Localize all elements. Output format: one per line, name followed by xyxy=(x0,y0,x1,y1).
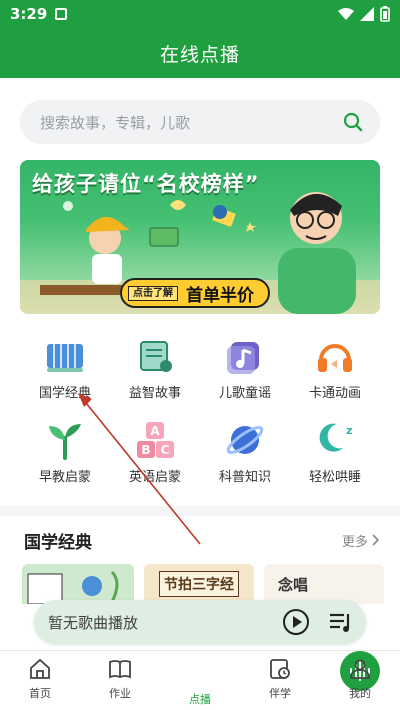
more-link[interactable]: 更多 xyxy=(342,531,380,550)
category-item-english[interactable]: A B C 英语启蒙 xyxy=(110,418,200,490)
category-label: 早教启蒙 xyxy=(38,470,91,485)
gallery-notification-icon xyxy=(55,8,68,20)
player-status-text: 暂无歌曲播放 xyxy=(48,613,139,632)
bamboo-scroll-icon xyxy=(47,344,83,372)
abc-blocks-icon: A B C xyxy=(137,422,174,458)
search-bar[interactable]: 搜索故事，专辑，儿歌 xyxy=(20,100,380,144)
category-item-guoxue[interactable]: 国学经典 xyxy=(20,334,110,406)
music-note-icon xyxy=(227,342,259,374)
category-label: 英语启蒙 xyxy=(128,470,181,485)
category-item-songs[interactable]: 儿歌童谣 xyxy=(200,334,290,406)
album-card[interactable]: 节拍三字经 xyxy=(144,564,254,604)
album-row: 节拍三字经 念唱 xyxy=(22,564,400,604)
section-header: 国学经典 更多 xyxy=(24,528,380,553)
banner-cta-tag: 点击了解 xyxy=(128,285,178,301)
svg-text:A: A xyxy=(150,424,160,438)
status-bar: 3:29 xyxy=(0,0,400,28)
story-scroll-icon xyxy=(140,341,172,372)
banner-cta-button[interactable]: 点击了解 首单半价 xyxy=(120,278,270,308)
search-icon[interactable] xyxy=(342,111,364,133)
status-time: 3:29 xyxy=(10,5,48,23)
category-label: 轻松哄睡 xyxy=(308,470,361,485)
headphones-icon xyxy=(318,344,352,372)
category-label: 国学经典 xyxy=(38,386,91,401)
album-card[interactable]: 念唱 xyxy=(264,564,384,604)
playlist-icon[interactable] xyxy=(328,610,354,634)
main-content: 搜索故事，专辑，儿歌 给孩子请位“名校榜样” 点击了解 首单半价 国学经典 益智… xyxy=(0,78,400,650)
status-indicators xyxy=(338,6,390,22)
home-icon xyxy=(30,658,50,679)
category-label: 儿歌童谣 xyxy=(218,386,271,401)
tab-label: 作业 xyxy=(109,687,131,700)
category-item-story[interactable]: 益智故事 xyxy=(110,334,200,406)
category-item-science[interactable]: 科普知识 xyxy=(200,418,290,490)
sprout-icon xyxy=(49,424,81,460)
user-icon xyxy=(350,659,370,679)
svg-text:B: B xyxy=(141,443,150,457)
more-label: 更多 xyxy=(341,534,368,550)
category-item-cartoon[interactable]: 卡通动画 xyxy=(290,334,380,406)
tab-on-demand[interactable]: 点播 xyxy=(160,651,380,707)
planet-icon xyxy=(226,426,264,454)
category-item-early-edu[interactable]: 早教启蒙 xyxy=(20,418,110,490)
album-title: 念唱 xyxy=(278,575,309,594)
category-label: 科普知识 xyxy=(218,470,271,485)
book-icon xyxy=(109,660,131,679)
category-grid: 国学经典 益智故事 儿歌童谣 卡通动画 早教启蒙 A B C 英语启蒙 科普知识… xyxy=(0,326,400,496)
promo-banner[interactable]: 给孩子请位“名校榜样” 点击了解 首单半价 xyxy=(20,160,380,314)
battery-icon xyxy=(380,6,390,22)
tab-label: 我的 xyxy=(349,687,371,700)
app-header: 在线点播 xyxy=(0,28,400,78)
album-card[interactable] xyxy=(22,564,134,604)
album-title: 节拍三字经 xyxy=(159,571,239,597)
svg-text:z: z xyxy=(346,424,352,437)
clock-book-icon xyxy=(270,659,290,679)
search-placeholder: 搜索故事，专辑，儿歌 xyxy=(40,113,191,132)
chevron-right-icon xyxy=(372,534,380,546)
signal-icon xyxy=(360,7,374,21)
tab-home[interactable]: 首页 xyxy=(0,657,80,707)
album-cover-art xyxy=(27,570,119,604)
section-divider xyxy=(0,506,400,516)
category-label: 益智故事 xyxy=(128,386,181,401)
tab-label: 首页 xyxy=(29,687,51,700)
play-icon[interactable] xyxy=(282,608,310,636)
tab-label: 伴学 xyxy=(269,687,291,700)
mini-player[interactable]: 暂无歌曲播放 xyxy=(34,600,366,644)
banner-title: 给孩子请位“名校榜样” xyxy=(32,172,260,196)
tab-homework[interactable]: 作业 xyxy=(80,657,160,707)
tab-study-buddy[interactable]: 伴学 xyxy=(240,657,320,707)
category-label: 卡通动画 xyxy=(308,386,361,401)
svg-text:C: C xyxy=(161,443,170,457)
page-title: 在线点播 xyxy=(159,43,240,66)
section-title: 国学经典 xyxy=(24,532,92,553)
category-item-sleep[interactable]: z 轻松哄睡 xyxy=(290,418,380,490)
tab-label: 点播 xyxy=(189,693,211,706)
tab-profile[interactable]: 我的 xyxy=(320,657,400,707)
banner-promo-text: 首单半价 xyxy=(186,285,254,306)
moon-sleep-icon: z xyxy=(319,423,352,452)
bottom-tab-bar: 首页 作业 点播 伴学 我的 xyxy=(0,650,400,710)
wifi-icon xyxy=(338,8,354,20)
